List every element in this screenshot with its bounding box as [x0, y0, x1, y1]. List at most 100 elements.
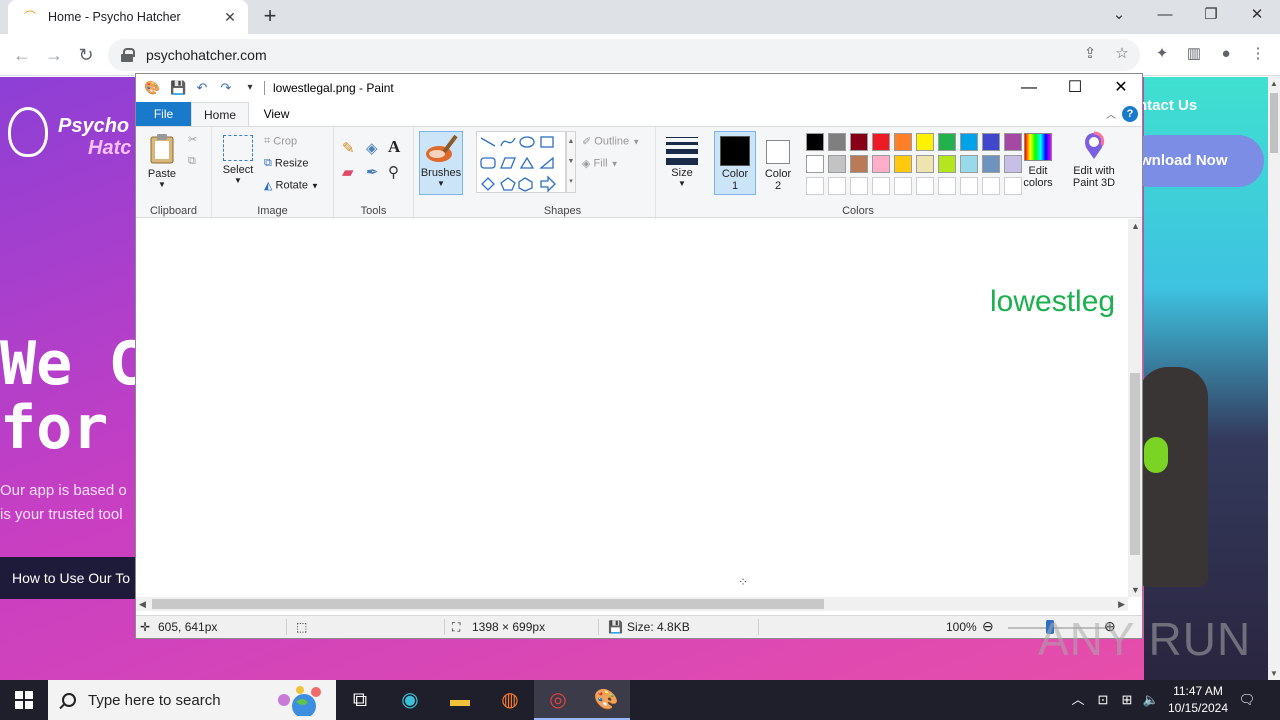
canvas-horizontal-scrollbar[interactable]: ◀ ▶	[136, 597, 1128, 611]
save-icon[interactable]: 💾	[170, 80, 186, 96]
network-drive-icon[interactable]: ⊡	[1092, 680, 1114, 720]
scroll-down-icon[interactable]: ▼	[1268, 669, 1280, 678]
custom-color-slot[interactable]	[916, 177, 934, 195]
palette-swatch[interactable]	[938, 133, 956, 151]
back-arrow-icon[interactable]: ←	[10, 43, 34, 67]
custom-color-slot[interactable]	[938, 177, 956, 195]
palette-swatch[interactable]	[938, 155, 956, 173]
notifications-icon[interactable]: 🗨	[1236, 680, 1258, 720]
resize-button[interactable]: ⧉ Resize	[264, 157, 309, 170]
restore-button[interactable]: ❐	[1188, 0, 1234, 30]
custom-color-slot[interactable]	[850, 177, 868, 195]
contact-us-link[interactable]: ntact Us	[1138, 97, 1197, 114]
help-icon[interactable]: ?	[1122, 106, 1138, 122]
network-icon[interactable]: ⊞	[1116, 680, 1138, 720]
rotate-button[interactable]: ◭ Rotate ▼	[264, 179, 319, 192]
redo-icon[interactable]: ↷	[218, 80, 234, 96]
custom-color-slot[interactable]	[806, 177, 824, 195]
page-scroll-thumb[interactable]	[1270, 93, 1278, 153]
chrome-icon[interactable]: ◎	[534, 680, 582, 720]
new-tab-button[interactable]: +	[258, 5, 282, 29]
tab-close-icon[interactable]: ✕	[222, 9, 238, 25]
side-panel-icon[interactable]: ▥	[1184, 44, 1204, 64]
lock-icon[interactable]	[120, 48, 135, 62]
pencil-icon[interactable]: ✎	[342, 139, 355, 157]
fill-bucket-icon[interactable]: ◈	[366, 139, 378, 157]
palette-swatch[interactable]	[872, 155, 890, 173]
tab-search-icon[interactable]: ⌄	[1096, 0, 1142, 30]
shapes-gallery-icons[interactable]	[477, 132, 565, 193]
volume-icon[interactable]: 🔈	[1140, 680, 1162, 720]
paint-minimize-button[interactable]: —	[1006, 74, 1052, 102]
taskbar-clock[interactable]: 11:47 AM 10/15/2024	[1160, 683, 1236, 717]
reload-icon[interactable]: ↻	[74, 43, 98, 67]
paste-button[interactable]: Paste ▼	[144, 133, 180, 189]
fill-button[interactable]: ◈ Fill ▼	[582, 157, 619, 170]
color1-button[interactable]: Color 1	[714, 131, 756, 195]
file-explorer-icon[interactable]: ▬	[436, 680, 484, 720]
paint-close-button[interactable]: ✕	[1098, 74, 1144, 102]
palette-swatch[interactable]	[960, 155, 978, 173]
paint-maximize-button[interactable]: ☐	[1052, 74, 1098, 102]
palette-swatch[interactable]	[806, 155, 824, 173]
brushes-button[interactable]: Brushes ▼	[419, 131, 463, 195]
palette-swatch[interactable]	[894, 133, 912, 151]
eraser-icon[interactable]: ▰	[342, 163, 354, 181]
forward-arrow-icon[interactable]: →	[42, 43, 66, 67]
palette-swatch[interactable]	[828, 133, 846, 151]
start-button[interactable]	[0, 680, 48, 720]
outline-button[interactable]: ✐ Outline ▼	[582, 135, 640, 148]
paint3d-button[interactable]: Edit with Paint 3D	[1066, 131, 1122, 189]
paste-dropdown-icon[interactable]: ▼	[144, 180, 180, 189]
tab-home[interactable]: Home	[191, 102, 249, 126]
tray-overflow-icon[interactable]: ︿	[1068, 680, 1088, 720]
browser-tab[interactable]: ⌒ Home - Psycho Hatcher ✕	[8, 0, 248, 34]
drawing-canvas[interactable]: lowestleg ⁘	[136, 219, 1128, 597]
select-dropdown-icon[interactable]: ▼	[220, 176, 256, 185]
shapes-scroll[interactable]: ▲ ▼ ▾	[566, 131, 576, 193]
palette-swatch[interactable]	[960, 133, 978, 151]
address-bar[interactable]: psychohatcher.com	[108, 39, 1140, 71]
undo-icon[interactable]: ↶	[194, 80, 210, 96]
palette-swatch[interactable]	[806, 133, 824, 151]
palette-swatch[interactable]	[850, 133, 868, 151]
hscroll-thumb[interactable]	[152, 599, 824, 609]
page-scrollbar[interactable]: ▲ ▼	[1268, 77, 1280, 680]
vscroll-down-icon[interactable]: ▼	[1131, 585, 1140, 595]
hscroll-left-icon[interactable]: ◀	[139, 599, 146, 610]
palette-swatch[interactable]	[916, 133, 934, 151]
palette-swatch[interactable]	[850, 155, 868, 173]
custom-color-slot[interactable]	[960, 177, 978, 195]
tab-view[interactable]: View	[249, 102, 304, 126]
download-now-button[interactable]: wnload Now	[1124, 135, 1264, 187]
close-button[interactable]: ✕	[1234, 0, 1280, 30]
vscroll-up-icon[interactable]: ▲	[1131, 221, 1140, 231]
custom-color-slot[interactable]	[982, 177, 1000, 195]
copy-icon[interactable]: ⧉	[188, 155, 196, 168]
scroll-up-icon[interactable]: ▲	[1268, 79, 1280, 88]
hscroll-right-icon[interactable]: ▶	[1118, 599, 1125, 610]
paint-app-icon[interactable]: 🎨	[144, 80, 160, 96]
zoom-out-icon[interactable]: ⊖	[982, 618, 994, 635]
customize-toolbar-icon[interactable]: ▾	[242, 80, 258, 96]
text-tool-icon[interactable]: A	[388, 137, 400, 157]
paint-taskbar-icon[interactable]: 🎨	[582, 680, 630, 720]
collapse-ribbon-icon[interactable]: ︿	[1106, 106, 1116, 121]
task-view-icon[interactable]: ⧉	[336, 680, 384, 720]
custom-color-slot[interactable]	[894, 177, 912, 195]
edit-colors-button[interactable]: Edit colors	[1018, 131, 1058, 189]
magnifier-icon[interactable]: ⚲	[388, 163, 399, 181]
palette-swatch[interactable]	[828, 155, 846, 173]
size-button[interactable]: Size ▼	[662, 133, 702, 188]
rotate-dropdown-icon[interactable]: ▼	[311, 181, 319, 190]
menu-kebab-icon[interactable]: ⋮	[1248, 44, 1268, 64]
profile-avatar-icon[interactable]: ●	[1216, 44, 1236, 64]
vscroll-thumb[interactable]	[1130, 373, 1140, 555]
firefox-icon[interactable]: ◍	[486, 680, 534, 720]
bookmark-star-icon[interactable]: ☆	[1112, 44, 1132, 64]
tab-file[interactable]: File	[136, 102, 191, 126]
site-logo[interactable]: Psycho Hatc	[58, 115, 131, 159]
color2-button[interactable]: Color 2	[758, 131, 798, 195]
share-icon[interactable]: ⇪	[1080, 44, 1100, 64]
crop-button[interactable]: ⌗ Crop	[264, 135, 297, 148]
